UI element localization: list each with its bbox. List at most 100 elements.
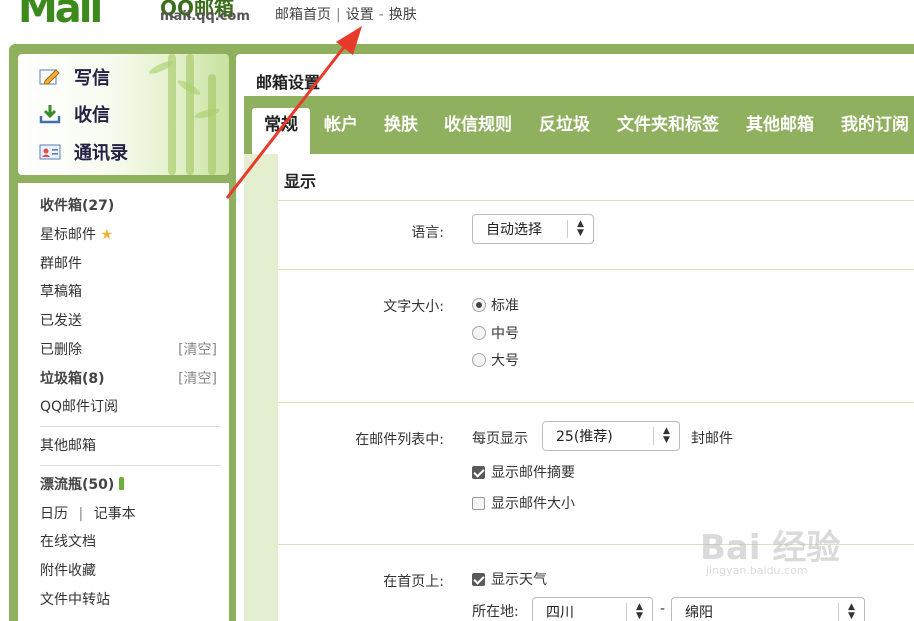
- folder-file-transfer[interactable]: 文件中转站: [40, 589, 110, 609]
- notebook-link[interactable]: 记事本: [94, 506, 136, 522]
- province-value: 四川: [546, 605, 574, 621]
- checkbox[interactable]: [472, 572, 485, 586]
- bamboo-decoration: [208, 74, 216, 175]
- folder-sent[interactable]: 已发送: [40, 310, 82, 330]
- per-page-suffix: 封邮件: [691, 431, 733, 447]
- checkbox[interactable]: [472, 496, 485, 510]
- font-size-standard-option[interactable]: 标准: [472, 295, 519, 315]
- updown-arrow-icon: ▲ ▼: [838, 603, 864, 621]
- nav-separator: |: [336, 7, 341, 23]
- province-select[interactable]: 四川 ▲ ▼: [532, 597, 653, 621]
- checkbox[interactable]: [472, 465, 485, 479]
- updown-arrow-icon: ▲ ▼: [626, 603, 652, 621]
- show-summary-option[interactable]: 显示邮件摘要: [472, 462, 575, 482]
- show-summary-label: 显示邮件摘要: [491, 465, 575, 481]
- per-page-select[interactable]: 25(推荐) ▲ ▼: [542, 421, 680, 451]
- leaf-decoration: [193, 106, 221, 121]
- logo-domain: mail.qq.com: [160, 9, 250, 24]
- per-page-prefix: 每页显示: [472, 431, 528, 447]
- row-divider: [278, 402, 914, 403]
- folder-other-mailbox[interactable]: 其他邮箱: [40, 435, 96, 455]
- star-icon: ★: [100, 227, 114, 243]
- radio-button[interactable]: [472, 298, 486, 312]
- folder-attachments[interactable]: 附件收藏: [40, 560, 96, 580]
- folder-starred-label: 星标邮件: [40, 227, 96, 243]
- contacts-button[interactable]: 通讯录: [38, 137, 128, 167]
- show-size-option[interactable]: 显示邮件大小: [472, 493, 575, 513]
- clear-deleted-link[interactable]: [清空]: [178, 339, 217, 359]
- settings-tabs: 常规 帐户 换肤 收信规则 反垃圾 文件夹和标签 其他邮箱 我的订阅: [244, 96, 914, 154]
- home-page-label: 在首页上:: [383, 574, 444, 590]
- language-value: 自动选择: [486, 222, 542, 238]
- tab-folders-labels[interactable]: 文件夹和标签: [617, 108, 719, 142]
- radio-button[interactable]: [472, 326, 486, 340]
- tab-other-mailbox[interactable]: 其他邮箱: [746, 108, 814, 142]
- language-label: 语言:: [411, 225, 444, 241]
- sidebar-actions: 写信 收信 通讯录: [18, 54, 229, 175]
- drift-bottle-label: 漂流瓶(50): [40, 477, 115, 493]
- mail-list-label: 在邮件列表中:: [355, 432, 444, 448]
- receive-mail-label: 收信: [74, 105, 110, 126]
- show-weather-label: 显示天气: [491, 572, 547, 588]
- nav-separator: -: [378, 7, 384, 23]
- font-size-standard-label: 标准: [491, 298, 519, 314]
- folder-list: 收件箱(27) 星标邮件 ★ 群邮件 草稿箱 已发送 已删除 [清空] 垃圾箱(…: [18, 183, 229, 621]
- inbox-download-icon: [38, 104, 62, 124]
- per-page-value: 25(推荐): [556, 429, 613, 445]
- clear-junk-link[interactable]: [清空]: [178, 368, 217, 388]
- nav-skin[interactable]: 换肤: [389, 7, 417, 23]
- tab-anti-spam[interactable]: 反垃圾: [539, 108, 590, 142]
- nav-settings[interactable]: 设置: [346, 7, 374, 23]
- font-size-large-option[interactable]: 大号: [472, 350, 519, 370]
- tab-mail-rules[interactable]: 收信规则: [444, 108, 512, 142]
- city-value: 绵阳: [685, 605, 713, 621]
- bamboo-decoration: [168, 54, 176, 175]
- sidebar-divider: [40, 465, 221, 466]
- folder-deleted[interactable]: 已删除: [40, 339, 82, 359]
- watermark-url: jingyan.baidu.com: [706, 564, 808, 577]
- nav-mailbox-home[interactable]: 邮箱首页: [275, 7, 331, 23]
- compose-label: 写信: [74, 68, 110, 89]
- font-size-medium-option[interactable]: 中号: [472, 323, 519, 343]
- location-label: 所在地:: [472, 604, 519, 620]
- folder-inbox[interactable]: 收件箱(27): [40, 195, 114, 215]
- show-weather-option[interactable]: 显示天气: [472, 569, 547, 589]
- calendar-link[interactable]: 日历: [40, 506, 68, 522]
- folder-junk[interactable]: 垃圾箱(8): [40, 368, 105, 388]
- bottle-icon: [119, 477, 125, 490]
- calendar-notebook-row: 日历 | 记事本: [40, 503, 136, 523]
- show-size-label: 显示邮件大小: [491, 496, 575, 512]
- radio-button[interactable]: [472, 353, 486, 367]
- qq-mail-logo[interactable]: Mail: [18, 0, 156, 32]
- logo-mark: Mail: [18, 0, 103, 32]
- header: Mail QQ邮箱 mail.qq.com 邮箱首页 | 设置 - 换肤: [0, 0, 914, 44]
- tab-general[interactable]: 常规: [252, 108, 310, 154]
- font-size-medium-label: 中号: [491, 326, 519, 342]
- language-select[interactable]: 自动选择 ▲ ▼: [472, 214, 594, 244]
- contacts-label: 通讯录: [74, 143, 128, 164]
- folder-drafts[interactable]: 草稿箱: [40, 281, 82, 301]
- tab-my-subscriptions[interactable]: 我的订阅: [841, 108, 909, 142]
- contact-card-icon: [38, 142, 62, 162]
- compose-button[interactable]: 写信: [38, 62, 110, 92]
- link-separator: |: [78, 506, 84, 522]
- folder-online-docs[interactable]: 在线文档: [40, 531, 96, 551]
- top-nav: 邮箱首页 | 设置 - 换肤: [275, 4, 417, 24]
- receive-mail-button[interactable]: 收信: [38, 99, 110, 129]
- folder-drift-bottle[interactable]: 漂流瓶(50): [40, 474, 125, 494]
- updown-arrow-icon: ▲ ▼: [653, 427, 679, 445]
- city-select[interactable]: 绵阳 ▲ ▼: [671, 597, 865, 621]
- bamboo-decoration: [186, 54, 194, 175]
- watermark-brand: Bai 经验: [700, 528, 841, 568]
- tab-skin[interactable]: 换肤: [384, 108, 418, 142]
- tab-accounts[interactable]: 帐户: [324, 108, 358, 142]
- pencil-icon: [38, 67, 62, 87]
- folder-group-mail[interactable]: 群邮件: [40, 253, 82, 273]
- location-dash: -: [660, 601, 666, 617]
- row-divider: [278, 269, 914, 270]
- section-title: 显示: [284, 172, 317, 191]
- font-size-label: 文字大小:: [383, 299, 444, 315]
- baidu-jingyan-watermark: Bai 经验 jingyan.baidu.com: [700, 520, 880, 580]
- folder-starred[interactable]: 星标邮件 ★: [40, 224, 113, 244]
- folder-qq-subscribe[interactable]: QQ邮件订阅: [40, 396, 118, 416]
